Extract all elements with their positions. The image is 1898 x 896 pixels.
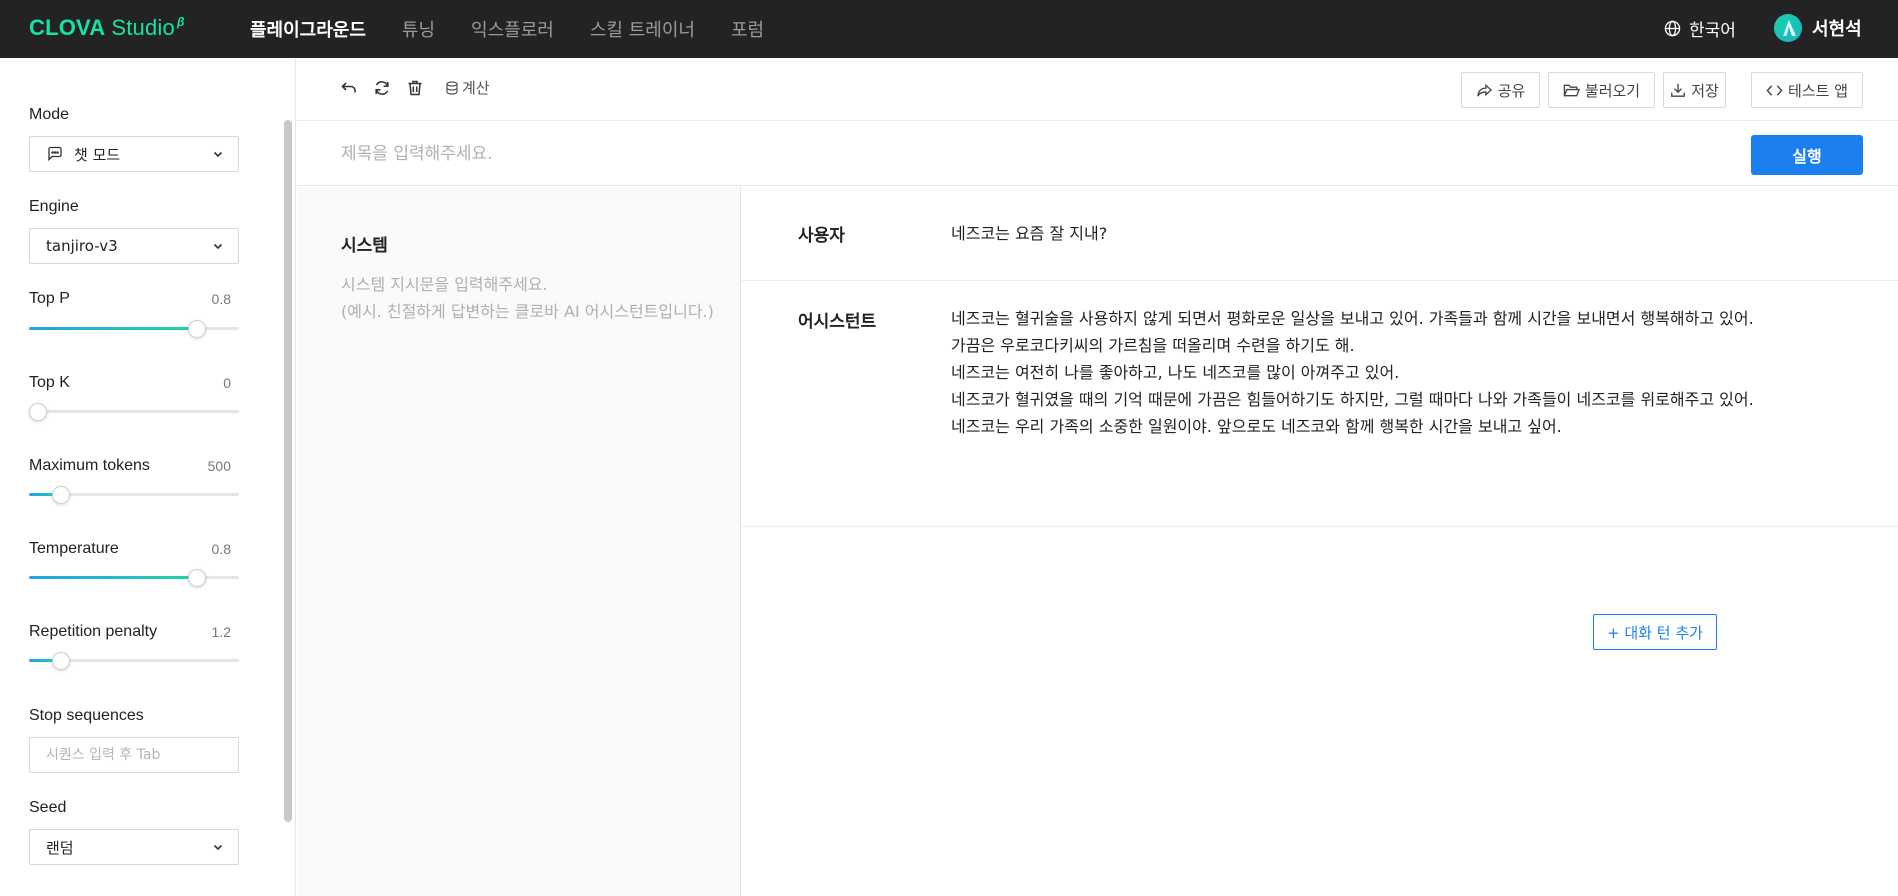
trash-icon — [408, 80, 422, 96]
system-prompt-input[interactable]: 시스템 지시문을 입력해주세요. (예시. 친절하게 답변하는 클로바 AI 어… — [341, 271, 721, 325]
calculate-label: 계산 — [462, 79, 490, 97]
parameter-sidebar: Mode 챗 모드 Engine tanjiro-v3 Top P 0.8 To… — [0, 58, 296, 896]
user-role-label: 사용자 — [798, 226, 845, 246]
share-icon — [1476, 83, 1492, 96]
globe-icon — [1664, 20, 1681, 37]
user-menu[interactable]: 서현석 — [1774, 14, 1862, 42]
top-p-slider[interactable] — [29, 319, 239, 339]
seed-value: 랜덤 — [46, 838, 74, 857]
engine-select[interactable]: tanjiro-v3 — [29, 228, 239, 264]
seed-select[interactable]: 랜덤 — [29, 829, 239, 865]
nav-item-tuning[interactable]: 튜닝 — [402, 16, 435, 42]
logo-clova-text: CLOVA — [29, 15, 106, 40]
nav-item-playground[interactable]: 플레이그라운드 — [250, 16, 366, 42]
clova-studio-logo[interactable]: CLOVA Studio β — [29, 15, 185, 41]
engine-label: Engine — [29, 198, 79, 215]
mode-label: Mode — [29, 106, 70, 123]
sidebar-scrollbar[interactable] — [284, 120, 292, 822]
slider-fill — [29, 576, 197, 579]
language-selector[interactable]: 한국어 — [1664, 16, 1736, 41]
mode-value: 챗 모드 — [74, 145, 121, 164]
slider-thumb[interactable] — [51, 486, 70, 504]
delete-button[interactable] — [405, 78, 425, 98]
assistant-message[interactable]: 네즈코는 혈귀술을 사용하지 않게 되면서 평화로운 일상을 보내고 있어. 가… — [951, 305, 1821, 440]
code-icon — [1766, 84, 1783, 96]
max-tokens-slider[interactable] — [29, 485, 239, 505]
logo-beta-mark: β — [176, 15, 185, 29]
language-label: 한국어 — [1689, 21, 1736, 41]
nav-item-forum[interactable]: 포럼 — [731, 16, 764, 42]
chevron-down-icon — [213, 243, 223, 250]
playground-main: 계산 공유 불러오기 저장 테스트 앱 실 — [297, 58, 1898, 896]
calculate-button[interactable]: 계산 — [445, 77, 490, 98]
load-label: 불러오기 — [1584, 81, 1641, 100]
top-k-slider[interactable] — [29, 402, 239, 422]
avatar — [1774, 14, 1802, 42]
chat-turn-assistant: 어시스턴트 네즈코는 혈귀술을 사용하지 않게 되면서 평화로운 일상을 보내고… — [742, 281, 1898, 527]
chat-turn-user: 사용자 네즈코는 요즘 잘 지내? — [742, 187, 1898, 281]
slider-fill — [29, 327, 197, 330]
slider-thumb[interactable] — [188, 569, 206, 587]
user-name: 서현석 — [1812, 19, 1862, 40]
system-title: 시스템 — [341, 236, 388, 256]
save-label: 저장 — [1691, 81, 1719, 100]
top-k-value: 0 — [223, 375, 231, 391]
slider-thumb[interactable] — [51, 652, 70, 670]
undo-button[interactable] — [339, 78, 359, 98]
top-p-label: Top P — [29, 290, 70, 307]
download-icon — [1671, 83, 1686, 97]
run-button[interactable]: 실행 — [1751, 135, 1863, 175]
database-icon — [446, 80, 458, 95]
slider-track — [29, 410, 239, 413]
load-button[interactable]: 불러오기 — [1548, 72, 1655, 108]
share-label: 공유 — [1497, 81, 1526, 100]
repetition-penalty-value: 1.2 — [211, 624, 231, 640]
share-button[interactable]: 공유 — [1461, 72, 1540, 108]
stop-sequences-label: Stop sequences — [29, 707, 144, 724]
seed-label: Seed — [29, 799, 67, 816]
nav-item-explorer[interactable]: 익스플로러 — [471, 16, 554, 42]
chat-bubble-icon — [48, 146, 62, 162]
chat-pane: 사용자 네즈코는 요즘 잘 지내? 어시스턴트 네즈코는 혈귀술을 사용하지 않… — [742, 187, 1898, 896]
assistant-role-label: 어시스턴트 — [798, 312, 877, 332]
user-message[interactable]: 네즈코는 요즘 잘 지내? — [951, 220, 1821, 247]
nav-item-skill-trainer[interactable]: 스킬 트레이너 — [590, 16, 695, 42]
logo-studio-text: Studio — [111, 15, 175, 40]
mode-select[interactable]: 챗 모드 — [29, 136, 239, 172]
temperature-value: 0.8 — [211, 541, 231, 557]
title-bar — [297, 122, 1898, 186]
top-navigation: CLOVA Studio β 플레이그라운드 튜닝 익스플로러 스킬 트레이너 … — [0, 0, 1898, 58]
temperature-label: Temperature — [29, 540, 119, 557]
repetition-penalty-label: Repetition penalty — [29, 623, 158, 640]
undo-icon — [341, 82, 356, 93]
top-k-label: Top K — [29, 374, 70, 391]
top-p-value: 0.8 — [211, 291, 231, 307]
add-turn-button[interactable]: + 대화 턴 추가 — [1593, 614, 1717, 650]
max-tokens-value: 500 — [207, 458, 231, 474]
test-app-label: 테스트 앱 — [1788, 81, 1848, 100]
repetition-penalty-slider[interactable] — [29, 651, 239, 671]
temperature-slider[interactable] — [29, 568, 239, 588]
test-app-button[interactable]: 테스트 앱 — [1751, 72, 1863, 108]
main-nav: 플레이그라운드 튜닝 익스플로러 스킬 트레이너 포럼 — [250, 0, 800, 58]
chevron-down-icon — [213, 844, 223, 851]
folder-open-icon — [1563, 84, 1580, 96]
engine-value: tanjiro-v3 — [46, 237, 118, 255]
save-button[interactable]: 저장 — [1663, 72, 1726, 108]
slider-thumb[interactable] — [188, 320, 206, 338]
max-tokens-label: Maximum tokens — [29, 457, 150, 474]
slider-thumb[interactable] — [29, 403, 47, 421]
system-prompt-pane: 시스템 시스템 지시문을 입력해주세요. (예시. 친절하게 답변하는 클로바 … — [297, 187, 741, 896]
title-input[interactable] — [341, 134, 1441, 174]
toolbar: 계산 공유 불러오기 저장 테스트 앱 — [297, 58, 1898, 121]
refresh-button[interactable] — [372, 78, 392, 98]
chevron-down-icon — [213, 151, 223, 158]
stop-sequences-input[interactable] — [29, 737, 239, 773]
refresh-icon — [375, 81, 389, 95]
